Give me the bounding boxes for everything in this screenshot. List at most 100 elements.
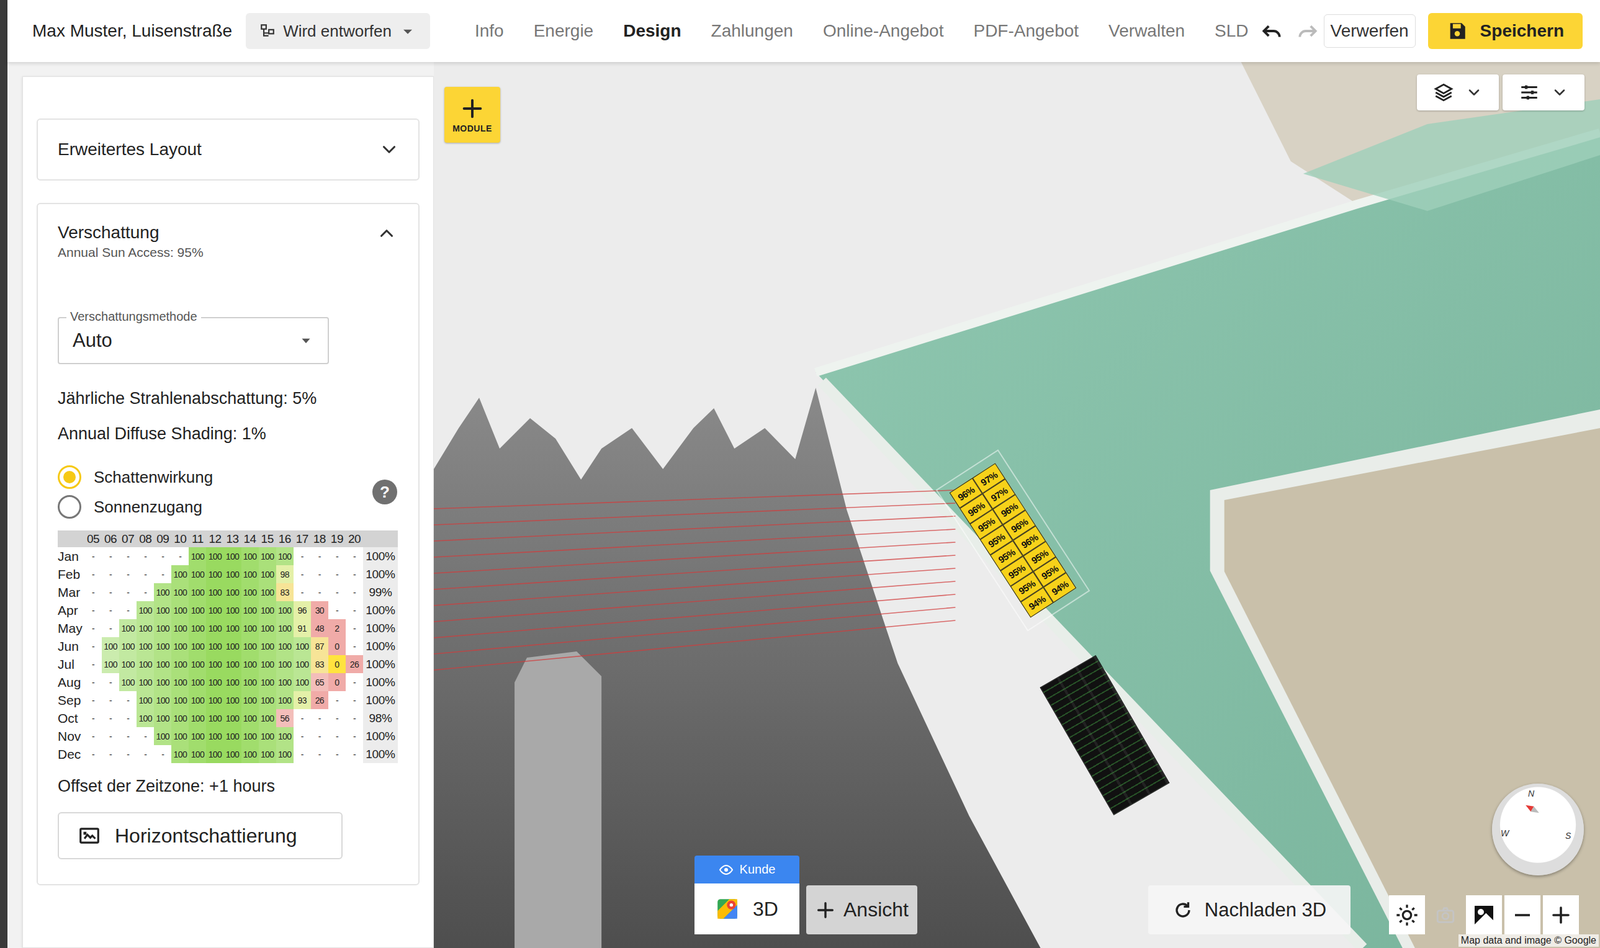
tab[interactable]: Verwalten (1108, 16, 1185, 46)
shading-cell: 100 (224, 727, 242, 746)
radio-option[interactable]: Schattenwirkung (57, 462, 213, 493)
google-maps-icon (715, 897, 740, 922)
shading-cell: - (136, 727, 154, 746)
hour-header: 17 (293, 530, 311, 548)
chevron-icon[interactable] (376, 222, 398, 244)
shading-method-select[interactable]: VerschattungsmethodeAuto (57, 317, 329, 365)
save-button[interactable]: Speichern (1428, 13, 1583, 50)
help-button[interactable]: ? (372, 479, 398, 505)
hour-header: 12 (206, 530, 224, 548)
status-label: Wird entworfen (283, 21, 392, 41)
tab[interactable]: Zahlungen (711, 16, 794, 46)
shading-cell: 100 (206, 655, 224, 674)
shading-cell: - (84, 655, 102, 674)
tab[interactable]: PDF-Angebot (973, 16, 1079, 46)
layout-card[interactable]: Erweitertes Layout (36, 118, 420, 181)
shading-cell: 100 (258, 565, 277, 584)
status-dropdown[interactable]: Wird entworfen (245, 13, 431, 50)
view-switcher[interactable]: Kunde3D (694, 855, 800, 935)
shading-cell: 100 (293, 673, 311, 692)
map-type-button[interactable] (1465, 895, 1502, 935)
shading-cell: - (101, 565, 120, 584)
shading-cell: 100 (276, 601, 294, 620)
tab[interactable]: Design (623, 16, 681, 46)
shading-cell: 56 (276, 709, 294, 728)
card-title: Verschattung (57, 222, 204, 243)
hour-header: 14 (241, 530, 259, 548)
shading-cell: - (310, 745, 329, 764)
redo-icon[interactable] (1295, 19, 1320, 43)
shading-cell: - (101, 745, 120, 764)
shading-cell: 100 (153, 601, 172, 620)
shading-cell: 100 (224, 547, 242, 566)
shading-card: VerschattungAnnual Sun Access: 95%Versch… (36, 202, 420, 886)
chevron-down-icon (1550, 83, 1569, 102)
tab-bar: Info Energie Design Zahlungen Online-Angebot… (474, 16, 1249, 46)
shading-cell: 48 (310, 619, 329, 638)
shading-cell: - (293, 745, 311, 764)
compass-letter: N (1528, 788, 1535, 799)
shading-cell: - (171, 547, 189, 566)
camera-button[interactable] (1427, 895, 1464, 935)
layers-button[interactable] (1416, 74, 1499, 111)
hour-header: 15 (258, 530, 277, 548)
settings-button[interactable] (1502, 74, 1585, 111)
shading-cell: 100 (136, 709, 154, 728)
undo-icon[interactable] (1259, 19, 1284, 43)
shading-cell: 100 (153, 709, 172, 728)
map-3d-view[interactable]: 96%97%96%97%95%96%95%96%95%96%95%95%95%9… (433, 62, 1600, 948)
shading-cell: 100 (241, 745, 259, 764)
shading-cell: 100 (293, 637, 311, 656)
shading-cell: 100 (241, 655, 259, 674)
shading-cell: 100 (276, 655, 294, 674)
shading-cell: 100 (224, 565, 242, 584)
radio-option[interactable]: Sonnenzugang (57, 492, 213, 522)
shading-cell: 100 (241, 637, 259, 656)
shading-cell: 100 (188, 601, 207, 620)
add-view-button[interactable]: Ansicht (806, 885, 918, 935)
compass-letter: S (1565, 831, 1571, 841)
tab[interactable]: Energie (533, 16, 594, 46)
shading-cell: - (293, 547, 311, 566)
horizon-button[interactable]: Horizontschattierung (57, 812, 343, 860)
reload-3d-button[interactable]: Nachladen 3D (1148, 885, 1351, 935)
shading-cell: - (101, 673, 120, 692)
shading-cell: 100 (188, 655, 207, 674)
brightness-button[interactable] (1388, 895, 1425, 935)
history-buttons (1259, 19, 1320, 43)
month-label: May (57, 619, 85, 638)
discard-button[interactable]: Verwerfen (1323, 14, 1416, 48)
month-total: 99% (363, 583, 398, 602)
shading-cell: 26 (310, 691, 329, 710)
chevron-icon[interactable] (378, 139, 400, 161)
tab[interactable]: Info (474, 16, 504, 46)
tab[interactable]: Online-Angebot (822, 16, 944, 46)
shading-cell: 100 (206, 619, 224, 638)
month-label: Oct (57, 709, 85, 728)
shading-cell: 100 (206, 601, 224, 620)
compass[interactable]: NWS (1492, 783, 1584, 876)
view-label: 3D (752, 898, 779, 922)
shading-cell: 26 (345, 655, 364, 674)
zoom-out-button[interactable] (1504, 895, 1541, 935)
shading-cell: 83 (276, 583, 294, 602)
shading-cell: - (310, 709, 329, 728)
shading-cell: 98 (276, 565, 294, 584)
zoom-in-button[interactable] (1542, 895, 1579, 935)
field-label: Verschattungsmethode (66, 309, 202, 324)
shading-cell: - (136, 583, 154, 602)
shading-cell: 100 (258, 673, 277, 692)
month-label: Mar (57, 583, 85, 602)
radio-label: Sonnenzugang (93, 497, 203, 517)
shading-cell: - (119, 583, 137, 602)
sidebar-column: Erweitertes Layout VerschattungAnnual Sun… (7, 62, 434, 948)
shading-cell: 100 (241, 691, 259, 710)
button-label: Nachladen 3D (1204, 899, 1327, 922)
shading-cell: 2 (328, 619, 346, 638)
shading-cell: 100 (119, 673, 137, 692)
shading-cell: 100 (224, 709, 242, 728)
add-module-button[interactable]: MODULE (444, 86, 501, 143)
shading-cell: 100 (171, 583, 189, 602)
shading-cell: 100 (171, 637, 189, 656)
tab[interactable]: SLD (1214, 16, 1249, 46)
